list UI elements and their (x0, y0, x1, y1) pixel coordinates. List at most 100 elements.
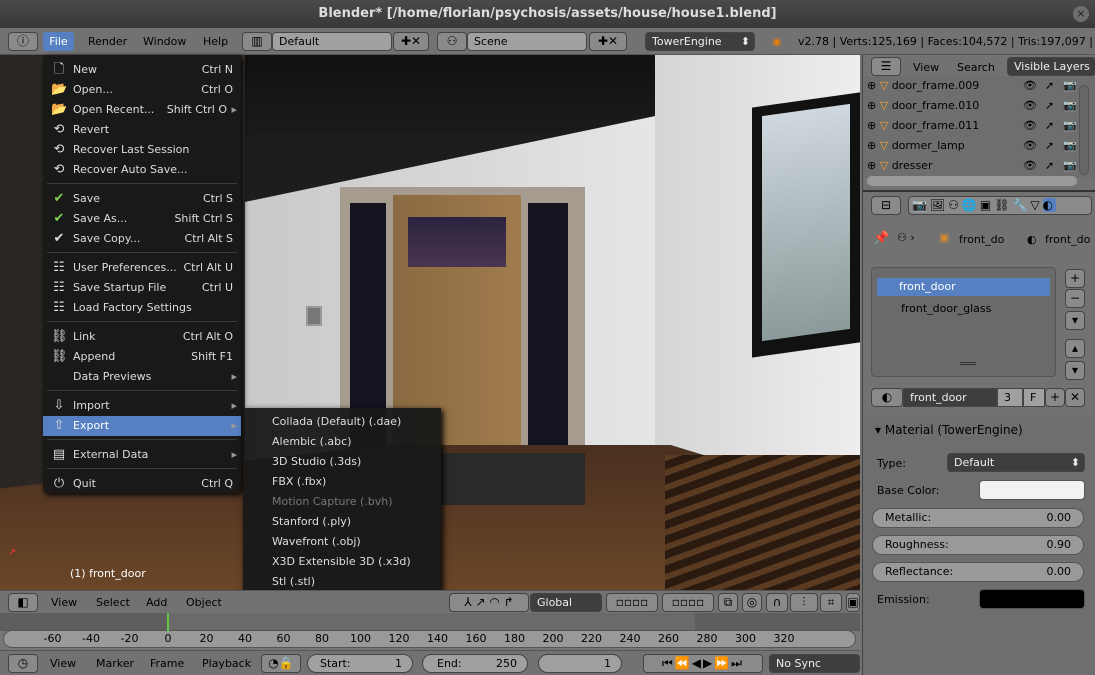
menu-window[interactable]: Window (143, 32, 186, 51)
render-preview-icon[interactable]: ▣ (846, 593, 860, 612)
selectable-cursor-icon[interactable]: ➚ (1045, 136, 1054, 156)
keying-lock-buttons[interactable]: ◔🔒 (261, 654, 301, 673)
start-frame-field[interactable]: Start: 1 (307, 654, 413, 673)
file-menu-item-new[interactable]: 🗋 New Ctrl N (43, 60, 241, 80)
current-frame-field[interactable]: 1 (538, 654, 622, 673)
slot-specials-button[interactable]: ▾ (1065, 311, 1085, 330)
visibility-eye-icon[interactable]: 👁 (1023, 76, 1037, 96)
selectable-cursor-icon[interactable]: ➚ (1045, 76, 1054, 96)
expand-icon[interactable]: ⊕ (867, 99, 876, 112)
properties-context-tabs[interactable]: 📷🖼⚇🌐▣⛓🔧▽◐ (908, 196, 1092, 215)
file-menu-item-external-data[interactable]: ▤ External Data ▸ (43, 445, 241, 465)
file-menu-item-recover-auto-save[interactable]: ⟲ Recover Auto Save... (43, 160, 241, 180)
menu-view[interactable]: View (51, 595, 77, 611)
outliner-row[interactable]: ⊕ ▽ door_frame.009 👁 ➚ 📷 (867, 76, 1077, 96)
material-slot-selected[interactable]: front_door (877, 278, 1050, 296)
render-engine-dropdown[interactable]: TowerEngine ⬍ (645, 32, 755, 51)
scene-field[interactable]: Scene (467, 32, 587, 51)
selectable-cursor-icon[interactable]: ➚ (1045, 96, 1054, 116)
menu-render[interactable]: Render (88, 32, 127, 51)
pin-icon[interactable]: 📌 (873, 231, 889, 246)
expand-icon[interactable]: ⊕ (867, 159, 876, 172)
layout-add-remove-buttons[interactable]: ✚✕ (393, 32, 429, 51)
visibility-eye-icon[interactable]: 👁 (1023, 96, 1037, 116)
timeline[interactable]: -60 -40 -20 0 20 40 60 80 100 120 140 160 180 200 220 2… (0, 613, 860, 650)
file-menu-item-save[interactable]: ✔ Save Ctrl S (43, 189, 241, 209)
file-menu-item-revert[interactable]: ⟲ Revert (43, 120, 241, 140)
file-menu-item-open[interactable]: 📂 Open... Ctrl O (43, 80, 241, 100)
renderable-camera-icon[interactable]: 📷 (1063, 116, 1077, 136)
file-menu-item-save-copy[interactable]: ✔ Save Copy... Ctrl Alt S (43, 229, 241, 249)
panel-header[interactable]: ▾ Material (TowerEngine) (875, 423, 1023, 437)
editor-type-timeline-icon[interactable]: ◷ (8, 654, 38, 673)
screen-layout-field[interactable]: Default (272, 32, 392, 51)
export-menu-item[interactable]: Stanford (.ply) (243, 512, 441, 532)
editor-type-info-icon[interactable]: ⓘ (8, 32, 38, 51)
file-menu-item-load-factory-settings[interactable]: ☷ Load Factory Settings (43, 298, 241, 318)
file-menu-item-open-recent[interactable]: 📂 Open Recent... ▸ Shift Ctrl O (43, 100, 241, 120)
outliner-menu-search[interactable]: Search (957, 61, 995, 74)
expand-icon[interactable]: ⊕ (867, 139, 876, 152)
snap-target-icon[interactable]: ⌗ (820, 593, 842, 612)
outliner-hscroll[interactable] (867, 176, 1077, 186)
export-menu-item[interactable]: FBX (.fbx) (243, 472, 441, 492)
current-frame-marker[interactable] (167, 613, 169, 631)
file-menu-item-import[interactable]: ⇩ Import ▸ (43, 396, 241, 416)
playback-controls[interactable]: ⏮⏪◀▶⏩⏭ (643, 654, 763, 673)
expand-icon[interactable]: ⊕ (867, 79, 876, 92)
file-menu-item-data-previews[interactable]: Data Previews ▸ (43, 367, 241, 387)
menu-marker[interactable]: Marker (96, 656, 134, 672)
snap-element-icon[interactable]: ⫶ (790, 593, 818, 612)
editor-type-outliner-icon[interactable]: ☰ (871, 57, 901, 76)
file-menu-item-save-startup-file[interactable]: ☷ Save Startup File Ctrl U (43, 278, 241, 298)
remove-slot-button[interactable]: − (1065, 289, 1085, 308)
outliner-menu-view[interactable]: View (913, 61, 939, 74)
outliner-filter-dropdown[interactable]: Visible Layers (1007, 57, 1095, 76)
export-menu-item[interactable]: Wavefront (.obj) (243, 532, 441, 552)
scene-icon[interactable]: ⚇ (437, 32, 467, 51)
material-browse-icon[interactable]: ◐ (871, 388, 903, 407)
move-slot-up-button[interactable]: ▴ (1065, 339, 1085, 358)
file-menu-item-recover-last-session[interactable]: ⟲ Recover Last Session (43, 140, 241, 160)
reflectance-slider[interactable]: Reflectance: 0.00 (872, 562, 1084, 582)
roughness-slider[interactable]: Roughness: 0.90 (872, 535, 1084, 555)
renderable-camera-icon[interactable]: 📷 (1063, 96, 1077, 116)
outliner-row[interactable]: ⊕ ▽ door_frame.011 👁 ➚ 📷 (867, 116, 1077, 136)
list-resize-handle[interactable] (960, 362, 976, 365)
end-frame-field[interactable]: End: 250 (422, 654, 528, 673)
selectable-cursor-icon[interactable]: ➚ (1045, 156, 1054, 176)
expand-icon[interactable]: ⊕ (867, 119, 876, 132)
material-name-field[interactable]: front_door (903, 388, 997, 407)
outliner-vscroll[interactable] (1079, 85, 1089, 175)
type-dropdown[interactable]: Default ⬍ (947, 453, 1085, 472)
export-menu-item[interactable]: Stl (.stl) (243, 572, 441, 592)
layers-buttons-2[interactable]: ▫▫▫▫ (662, 593, 714, 612)
file-menu-item-quit[interactable]: ⏻ Quit Ctrl Q (43, 474, 241, 494)
menu-file[interactable]: File (43, 32, 74, 51)
file-menu-item-save-as[interactable]: ✔ Save As... Shift Ctrl S (43, 209, 241, 229)
outliner-row[interactable]: ⊕ ▽ dormer_lamp 👁 ➚ 📷 (867, 136, 1077, 156)
export-menu-item[interactable]: X3D Extensible 3D (.x3d) (243, 552, 441, 572)
base-color-swatch[interactable] (979, 480, 1085, 500)
move-slot-down-button[interactable]: ▾ (1065, 361, 1085, 380)
manipulator-buttons[interactable]: ⅄ ↗ ◠ ↱ (449, 593, 529, 612)
file-menu-item-link[interactable]: ⛓ Link Ctrl Alt O (43, 327, 241, 347)
export-menu-item[interactable]: Collada (Default) (.dae) (243, 412, 441, 432)
sync-mode-dropdown[interactable]: No Sync (769, 654, 860, 673)
menu-frame[interactable]: Frame (150, 656, 184, 672)
outliner-row[interactable]: ⊕ ▽ door_frame.010 👁 ➚ 📷 (867, 96, 1077, 116)
fake-user-button[interactable]: F (1023, 388, 1045, 407)
file-menu-item-export[interactable]: ⇧ Export ▸ (43, 416, 241, 436)
menu-add[interactable]: Add (146, 595, 167, 611)
visibility-eye-icon[interactable]: 👁 (1023, 136, 1037, 156)
export-menu-item[interactable]: Alembic (.abc) (243, 432, 441, 452)
menu-playback[interactable]: Playback (202, 656, 251, 672)
material-users-count[interactable]: 3 (997, 388, 1023, 407)
renderable-camera-icon[interactable]: 📷 (1063, 136, 1077, 156)
close-window-button[interactable]: × (1073, 6, 1089, 22)
emission-color-swatch[interactable] (979, 589, 1085, 609)
file-menu-item-user-preferences[interactable]: ☷ User Preferences... Ctrl Alt U (43, 258, 241, 278)
unlink-material-button[interactable]: ✕ (1065, 388, 1085, 407)
menu-object[interactable]: Object (186, 595, 222, 611)
render-layer-icon[interactable]: ⧉ (718, 593, 738, 612)
